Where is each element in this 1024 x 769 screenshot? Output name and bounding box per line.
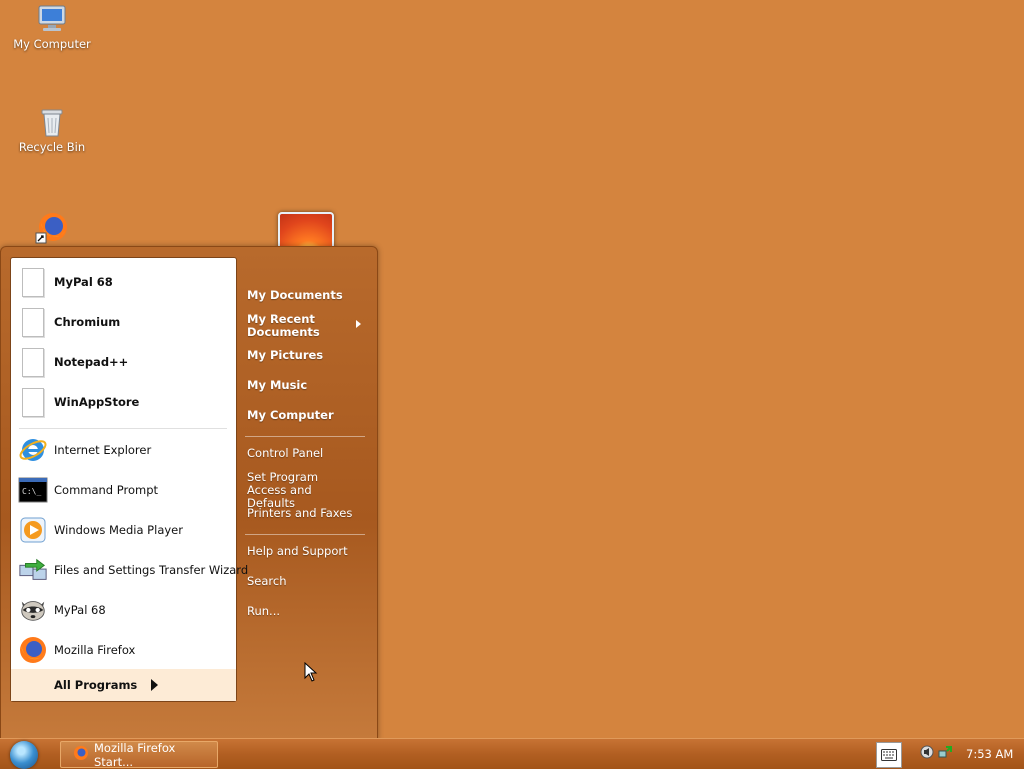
blank-document-icon	[18, 347, 48, 377]
volume-icon[interactable]	[920, 745, 934, 759]
recent-item-label: Mozilla Firefox	[54, 643, 136, 657]
recent-item-internet-explorer[interactable]: Internet Explorer	[18, 432, 233, 468]
all-programs-button[interactable]: All Programs	[11, 669, 236, 701]
recent-item-windows-media-player[interactable]: Windows Media Player	[18, 512, 233, 548]
arrow-right-icon	[151, 679, 159, 691]
place-my-computer[interactable]: My Computer	[247, 409, 334, 422]
place-my-music[interactable]: My Music	[247, 379, 307, 392]
recent-item-label: Files and Settings Transfer Wizard	[54, 563, 249, 577]
blank-document-icon	[18, 387, 48, 417]
start-button[interactable]	[10, 741, 38, 769]
pinned-item-notepad-plus-plus[interactable]: Notepad++	[18, 344, 233, 380]
system-tray	[920, 745, 952, 759]
desktop-icon-label: My Computer	[13, 37, 91, 51]
blank-document-icon	[18, 267, 48, 297]
keyboard-icon[interactable]	[876, 742, 902, 768]
desktop-icon-label: Recycle Bin	[18, 140, 86, 154]
settings-program-access[interactable]: Set Program Access and Defaults	[247, 471, 357, 510]
recent-item-label: Command Prompt	[54, 483, 159, 497]
computer-icon	[38, 5, 66, 31]
firefox-shortcut-icon	[35, 213, 67, 244]
mouse-cursor-icon	[304, 662, 318, 682]
settings-printers-faxes[interactable]: Printers and Faxes	[247, 507, 352, 520]
desktop-icon-firefox-shortcut[interactable]	[7, 211, 97, 245]
firefox-icon	[73, 745, 89, 764]
mypal-raccoon-icon	[18, 595, 48, 625]
recent-item-label: Windows Media Player	[54, 523, 183, 537]
pinned-item-winappstore[interactable]: WinAppStore	[18, 384, 233, 420]
submenu-arrow-icon	[356, 320, 361, 328]
desktop-icon-my-computer[interactable]: My Computer	[7, 3, 97, 51]
pinned-separator	[19, 428, 227, 429]
pinned-item-label: Notepad++	[54, 355, 129, 369]
recent-item-mozilla-firefox[interactable]: Mozilla Firefox	[18, 632, 233, 668]
right-pane-separator	[245, 436, 365, 437]
run-link[interactable]: Run...	[247, 605, 280, 618]
blank-document-icon	[18, 307, 48, 337]
svg-text:C:\_: C:\_	[22, 487, 41, 496]
place-my-pictures[interactable]: My Pictures	[247, 349, 323, 362]
taskbar-clock[interactable]: 7:53 AM	[966, 747, 1013, 761]
network-icon[interactable]	[938, 745, 952, 759]
recycle-bin-icon	[41, 109, 63, 137]
command-prompt-icon: C:\_	[18, 475, 48, 505]
settings-control-panel[interactable]: Control Panel	[247, 447, 323, 460]
taskbar: Mozilla Firefox Start... 7:53 AM	[0, 738, 1024, 769]
recent-item-mypal-68[interactable]: MyPal 68	[18, 592, 233, 628]
taskbar-window-label: Mozilla Firefox Start...	[94, 740, 176, 769]
transfer-wizard-icon	[18, 555, 48, 585]
recent-item-label: Internet Explorer	[54, 443, 152, 457]
place-my-documents[interactable]: My Documents	[247, 289, 343, 302]
pinned-item-label: WinAppStore	[54, 395, 140, 409]
desktop-icon-recycle-bin[interactable]: Recycle Bin	[7, 106, 97, 154]
taskbar-window-button[interactable]: Mozilla Firefox Start...	[60, 740, 218, 769]
search-link[interactable]: Search	[247, 575, 287, 588]
recent-item-command-prompt[interactable]: C:\_ Command Prompt	[18, 472, 233, 508]
pinned-item-mypal-68[interactable]: MyPal 68	[18, 264, 233, 300]
recent-item-transfer-wizard[interactable]: Files and Settings Transfer Wizard	[18, 552, 248, 588]
media-player-icon	[18, 515, 48, 545]
place-my-recent-documents[interactable]: My Recent Documents	[247, 313, 343, 339]
start-menu-programs-pane: MyPal 68 Chromium Notepad++ WinAppStore	[10, 257, 248, 702]
pinned-item-chromium[interactable]: Chromium	[18, 304, 233, 340]
help-and-support[interactable]: Help and Support	[247, 545, 348, 558]
internet-explorer-icon	[18, 435, 48, 465]
pinned-item-label: MyPal 68	[54, 275, 113, 289]
right-pane-separator	[245, 534, 365, 535]
all-programs-label: All Programs	[54, 678, 138, 692]
recent-item-label: MyPal 68	[54, 603, 106, 617]
firefox-icon	[18, 635, 48, 665]
pinned-item-label: Chromium	[54, 315, 121, 329]
